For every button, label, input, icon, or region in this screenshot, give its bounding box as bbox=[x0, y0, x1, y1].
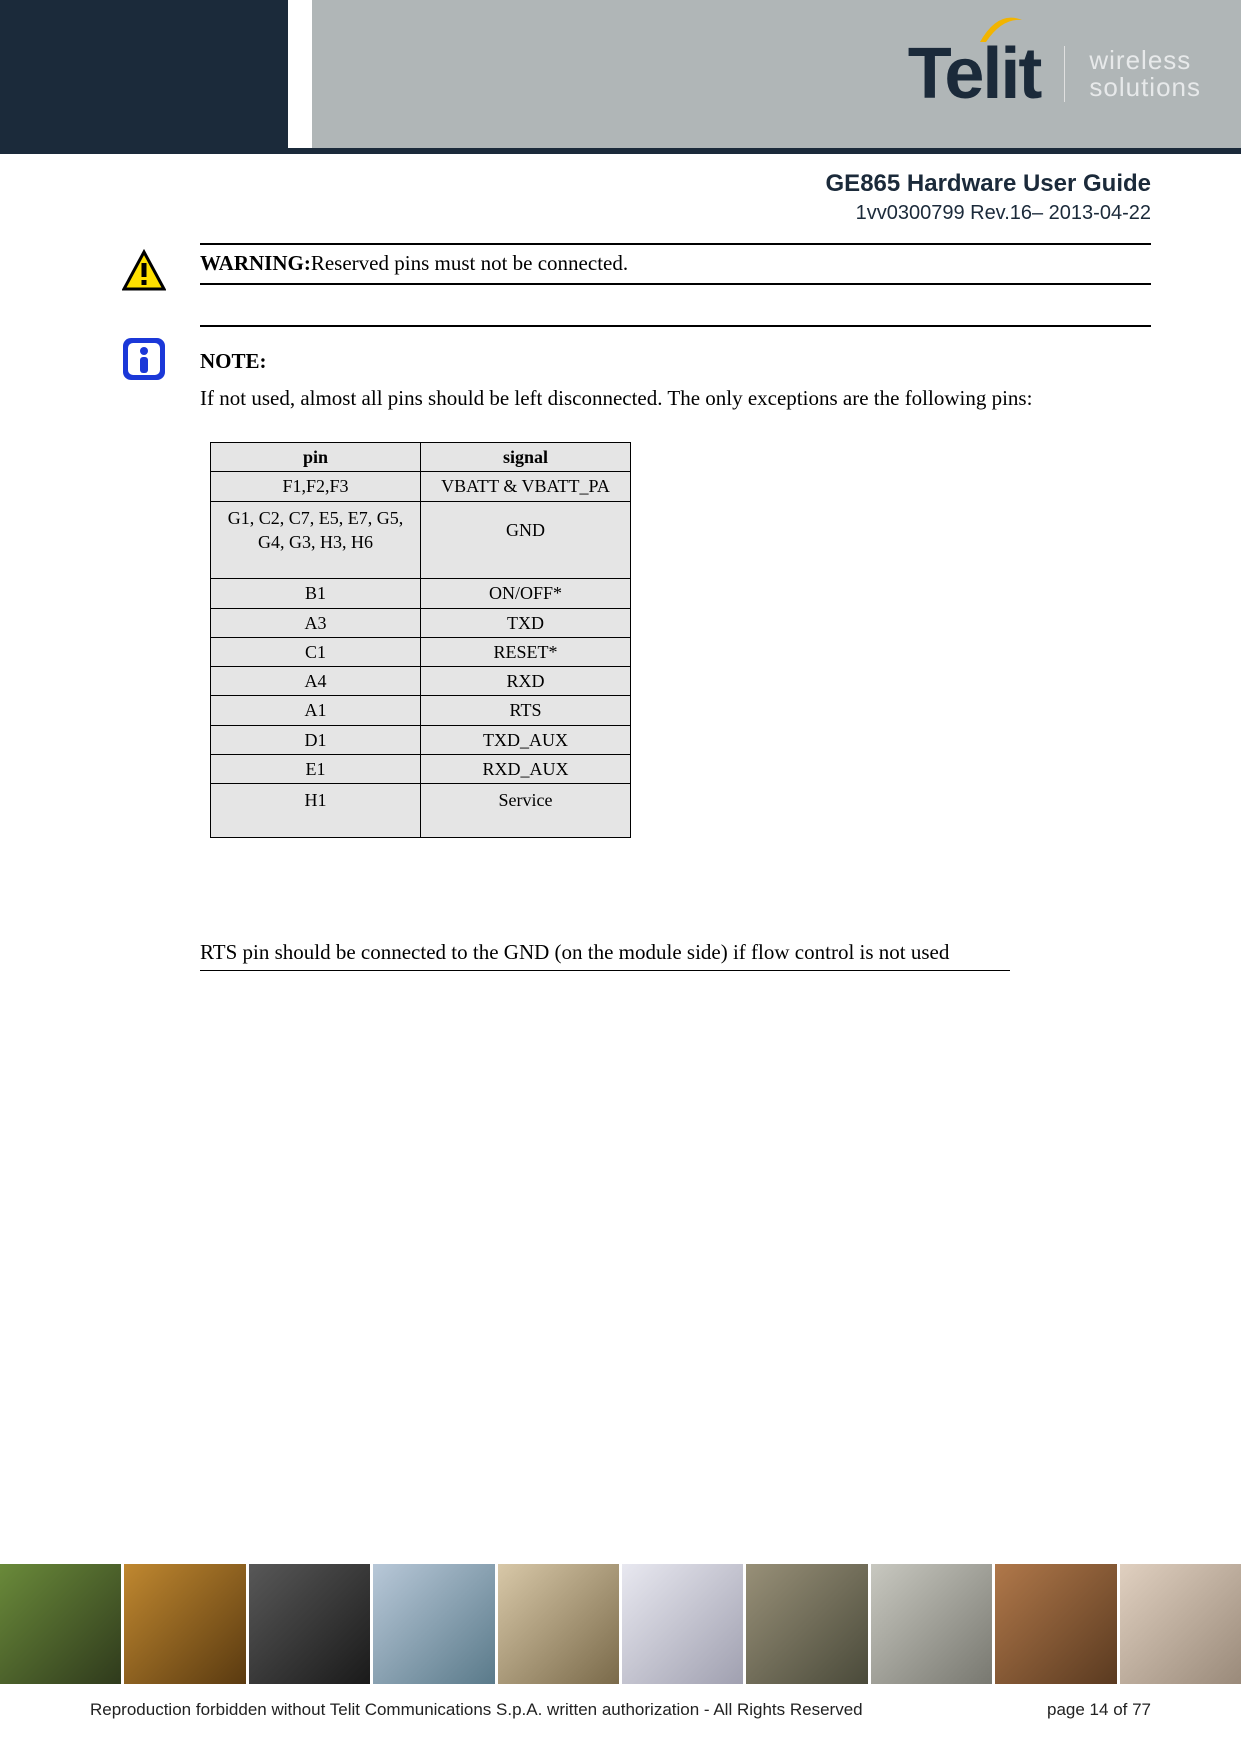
cell-signal: RESET* bbox=[421, 637, 631, 666]
table-row: E1 RXD_AUX bbox=[211, 755, 631, 784]
header-gap bbox=[288, 0, 312, 148]
footer-tile bbox=[622, 1564, 746, 1684]
footer-tile bbox=[0, 1564, 124, 1684]
cell-signal: RXD_AUX bbox=[421, 755, 631, 784]
brand-tagline: wireless solutions bbox=[1089, 47, 1201, 102]
doc-revision: 1vv0300799 Rev.16– 2013-04-22 bbox=[0, 202, 1151, 225]
note-top-rule bbox=[200, 325, 1151, 327]
note-callout: NOTE: If not used, almost all pins shoul… bbox=[200, 343, 1151, 971]
footer-image-strip bbox=[0, 1564, 1241, 1684]
cell-signal: Service bbox=[421, 784, 631, 837]
footer-tile bbox=[373, 1564, 497, 1684]
header-dark-panel bbox=[0, 0, 288, 148]
cell-signal: RXD bbox=[421, 667, 631, 696]
footer-tile bbox=[995, 1564, 1119, 1684]
footer-tile bbox=[746, 1564, 870, 1684]
table-row: H1 Service bbox=[211, 784, 631, 837]
cell-signal: TXD bbox=[421, 608, 631, 637]
cell-pin: A1 bbox=[211, 696, 421, 725]
warning-callout: WARNING:Reserved pins must not be connec… bbox=[200, 243, 1151, 285]
page-content: WARNING:Reserved pins must not be connec… bbox=[200, 243, 1151, 971]
pin-signal-table: pin signal F1,F2,F3 VBATT & VBATT_PA G1,… bbox=[210, 442, 631, 838]
cell-signal: ON/OFF* bbox=[421, 579, 631, 608]
cell-signal: GND bbox=[421, 501, 631, 579]
cell-pin: C1 bbox=[211, 637, 421, 666]
table-row: F1,F2,F3 VBATT & VBATT_PA bbox=[211, 472, 631, 501]
brand-swoosh-icon bbox=[978, 14, 1024, 44]
warning-icon bbox=[122, 249, 166, 293]
table-row: D1 TXD_AUX bbox=[211, 725, 631, 754]
warning-text: Reserved pins must not be connected. bbox=[311, 251, 628, 275]
cell-signal: TXD_AUX bbox=[421, 725, 631, 754]
table-row: B1 ON/OFF* bbox=[211, 579, 631, 608]
cell-pin: H1 bbox=[211, 784, 421, 837]
brand-tag-line1: wireless bbox=[1089, 47, 1201, 74]
brand-tag-line2: solutions bbox=[1089, 74, 1201, 101]
doc-title: GE865 Hardware User Guide bbox=[0, 170, 1151, 198]
info-icon bbox=[122, 337, 166, 381]
cell-pin: F1,F2,F3 bbox=[211, 472, 421, 501]
table-row: A1 RTS bbox=[211, 696, 631, 725]
table-row: G1, C2, C7, E5, E7, G5, G4, G3, H3, H6 G… bbox=[211, 501, 631, 579]
page-footer: Reproduction forbidden without Telit Com… bbox=[90, 1700, 1151, 1720]
th-pin: pin bbox=[211, 443, 421, 472]
page-header: Telit wireless solutions bbox=[0, 0, 1241, 148]
cell-pin: D1 bbox=[211, 725, 421, 754]
cell-pin: A4 bbox=[211, 667, 421, 696]
cell-pin: B1 bbox=[211, 579, 421, 608]
note-label: NOTE: bbox=[200, 347, 1151, 375]
cell-pin: A3 bbox=[211, 608, 421, 637]
brand-name-text: Telit bbox=[908, 34, 1041, 114]
header-underline bbox=[0, 148, 1241, 154]
footer-tile bbox=[871, 1564, 995, 1684]
footer-tile bbox=[124, 1564, 248, 1684]
brand-divider bbox=[1064, 46, 1065, 102]
footer-tile bbox=[1120, 1564, 1241, 1684]
cell-pin: E1 bbox=[211, 755, 421, 784]
th-signal: signal bbox=[421, 443, 631, 472]
brand-name: Telit bbox=[908, 38, 1041, 110]
cell-pin: G1, C2, C7, E5, E7, G5, G4, G3, H3, H6 bbox=[211, 501, 421, 579]
table-row: C1 RESET* bbox=[211, 637, 631, 666]
header-gray-panel: Telit wireless solutions bbox=[312, 0, 1241, 148]
doc-title-block: GE865 Hardware User Guide 1vv0300799 Rev… bbox=[0, 148, 1241, 225]
footer-tile bbox=[498, 1564, 622, 1684]
footer-page: page 14 of 77 bbox=[1047, 1700, 1151, 1720]
warning-label: WARNING: bbox=[200, 251, 311, 275]
cell-signal: RTS bbox=[421, 696, 631, 725]
footer-tile bbox=[249, 1564, 373, 1684]
cell-signal: VBATT & VBATT_PA bbox=[421, 472, 631, 501]
footer-copyright: Reproduction forbidden without Telit Com… bbox=[90, 1700, 863, 1720]
table-row: A3 TXD bbox=[211, 608, 631, 637]
note-text: If not used, almost all pins should be l… bbox=[200, 384, 1151, 412]
table-header-row: pin signal bbox=[211, 443, 631, 472]
brand-logo: Telit wireless solutions bbox=[908, 38, 1201, 110]
table-row: A4 RXD bbox=[211, 667, 631, 696]
rts-note: RTS pin should be connected to the GND (… bbox=[200, 938, 1010, 971]
